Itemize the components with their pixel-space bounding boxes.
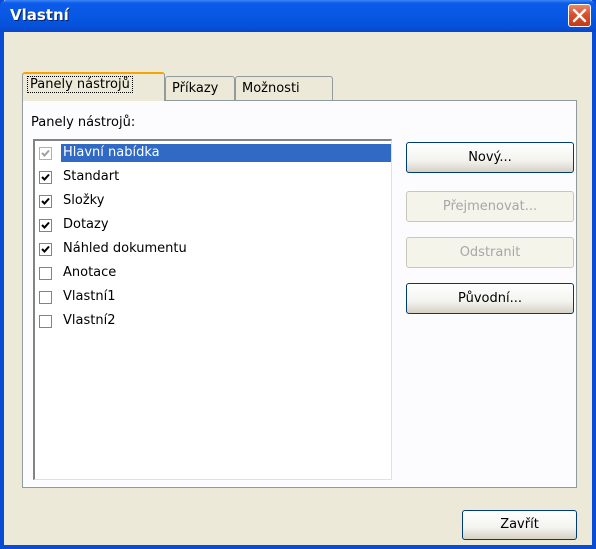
list-item-label: Dotazy (63, 217, 109, 232)
tab-label: Příkazy (172, 81, 219, 96)
list-item[interactable]: Standart (35, 165, 391, 189)
list-item[interactable]: Hlavní nabídka (35, 141, 391, 165)
toolbars-listbox[interactable]: Hlavní nabídka Standart Složky Dotazy Náhled… (33, 139, 392, 480)
check-icon (41, 197, 50, 205)
checkbox[interactable] (39, 267, 52, 280)
title-bar[interactable]: Vlastní (0, 0, 596, 32)
tab-label: Panely nástrojů (27, 76, 133, 93)
list-item[interactable]: Vlastní1 (35, 285, 391, 309)
list-item-label: Anotace (63, 265, 117, 280)
tab-moznosti[interactable]: Možnosti (235, 76, 333, 100)
check-icon (41, 221, 50, 229)
list-item[interactable]: Dotazy (35, 213, 391, 237)
list-item-label: Vlastní1 (63, 289, 116, 304)
list-item-label: Složky (63, 193, 105, 208)
toolbars-list-label: Panely nástrojů: (31, 115, 136, 130)
checkbox[interactable] (39, 171, 52, 184)
tab-label: Možnosti (242, 81, 300, 96)
checkbox[interactable] (39, 195, 52, 208)
list-item-label: Standart (63, 169, 120, 184)
new-button[interactable]: Nový... (406, 142, 574, 173)
rename-button: Přejmenovat... (406, 191, 574, 222)
list-item-label: Hlavní nabídka (61, 144, 391, 162)
close-icon (572, 8, 587, 23)
checkbox[interactable] (39, 315, 52, 328)
tab-panely-nastroju[interactable]: Panely nástrojů (22, 72, 165, 101)
list-item[interactable]: Náhled dokumentu (35, 237, 391, 261)
list-item[interactable]: Složky (35, 189, 391, 213)
list-item[interactable]: Vlastní2 (35, 309, 391, 333)
checkbox (39, 147, 52, 160)
checkbox[interactable] (39, 219, 52, 232)
reset-button[interactable]: Původní... (406, 283, 574, 314)
delete-button: Odstranit (406, 237, 574, 268)
checkbox[interactable] (39, 291, 52, 304)
checkbox[interactable] (39, 243, 52, 256)
check-icon (41, 173, 50, 181)
close-button[interactable]: Zavřít (462, 510, 577, 540)
tab-prikazy[interactable]: Příkazy (165, 76, 235, 100)
close-window-button[interactable] (568, 4, 591, 27)
list-item-label: Vlastní2 (63, 313, 116, 328)
list-item-label: Náhled dokumentu (63, 241, 187, 256)
check-icon (41, 149, 50, 157)
check-icon (41, 245, 50, 253)
list-item[interactable]: Anotace (35, 261, 391, 285)
window-title: Vlastní (10, 6, 69, 24)
